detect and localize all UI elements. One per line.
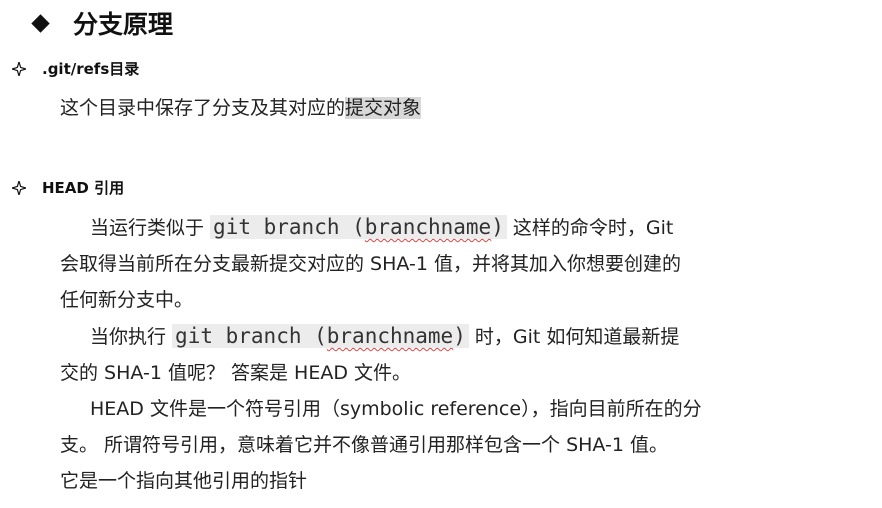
refs-description-highlight: 提交对象 [345, 97, 422, 119]
section-heading-refs-text: .git/refs目录 [42, 60, 140, 78]
head-line-1: 当运行类似于 git branch (branchname) 这样的命令时，Gi… [60, 209, 702, 246]
refs-description: 这个目录中保存了分支及其对应的提交对象 [60, 90, 422, 126]
slide-page: 分支原理 .git/refs目录 这个目录中保存了分支及其对应的提交对象 HEA… [0, 0, 882, 508]
section-heading-refs: .git/refs目录 [12, 58, 139, 79]
four-point-star-icon [12, 180, 26, 195]
head-line-4: 当你执行 git branch (branchname) 时，Git 如何知道最… [60, 318, 702, 355]
line-text: 当运行类似于 [90, 217, 211, 239]
four-point-star-icon [12, 61, 26, 76]
line-text: 这样的命令时，Git [506, 217, 674, 239]
head-line-2: 会取得当前所在分支最新提交对应的 SHA-1 值，并将其加入你想要创建的 [60, 253, 681, 275]
page-title-text: 分支原理 [73, 10, 174, 39]
page-title: 分支原理 [28, 6, 173, 40]
head-line-8: 它是一个指向其他引用的指针 [60, 470, 308, 492]
head-line-7: 支。 所谓符号引用，意味着它并不像普通引用那样包含一个 SHA-1 值。 [60, 434, 668, 456]
line-text: 当你执行 [90, 326, 173, 348]
inline-code: git branch (branchname) [172, 324, 469, 348]
diamond-bullet-icon [31, 13, 50, 33]
line-text: 时，Git 如何知道最新提 [468, 326, 680, 348]
head-line-6: HEAD 文件是一个符号引用（symbolic reference），指向目前所… [90, 398, 702, 420]
section-heading-head-text: HEAD 引用 [42, 179, 125, 197]
section-heading-head: HEAD 引用 [12, 177, 124, 198]
refs-description-text: 这个目录中保存了分支及其对应的 [60, 97, 346, 119]
inline-code: git branch (branchname) [210, 215, 507, 239]
head-description: 当运行类似于 git branch (branchname) 这样的命令时，Gi… [60, 209, 702, 499]
head-line-5: 交的 SHA-1 值呢？ 答案是 HEAD 文件。 [60, 362, 411, 384]
head-line-3: 任何新分支中。 [60, 289, 194, 311]
